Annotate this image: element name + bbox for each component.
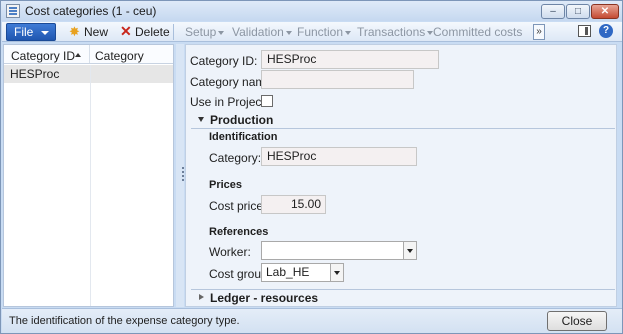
dropdown-arrow-icon xyxy=(345,30,352,35)
cost-group-combo[interactable]: Lab_HE xyxy=(261,263,344,282)
new-star-icon[interactable]: ✸ xyxy=(69,25,81,38)
function-label: Function xyxy=(297,25,344,39)
function-menu[interactable]: Function xyxy=(297,25,352,39)
category-id-field[interactable]: HESProc xyxy=(261,50,439,69)
details-form: Category ID: HESProc Category name: Use … xyxy=(185,44,617,307)
form-icon xyxy=(6,4,20,18)
file-menu-button[interactable]: File xyxy=(6,23,56,41)
validation-label: Validation xyxy=(232,25,284,39)
production-title: Production xyxy=(210,113,274,127)
use-in-project-checkbox[interactable] xyxy=(261,95,273,107)
grid-header: Category ID Category name xyxy=(4,45,173,77)
app-window: Cost categories (1 - ceu) – □ ✕ File ✸ N… xyxy=(0,0,623,334)
close-window-button[interactable]: ✕ xyxy=(591,4,619,19)
identification-group-label: Identification xyxy=(209,131,278,143)
window-title: Cost categories (1 - ceu) xyxy=(25,4,157,18)
category-name-field[interactable] xyxy=(261,70,414,89)
prices-group-label: Prices xyxy=(209,179,243,191)
column-header-category-id[interactable]: Category ID xyxy=(11,49,75,63)
cost-group-value: Lab_HE xyxy=(266,265,310,279)
delete-x-icon[interactable]: ✕ xyxy=(120,24,132,38)
transactions-menu[interactable]: Transactions xyxy=(357,25,434,39)
cell-category-id: HESProc xyxy=(10,67,60,81)
setup-menu[interactable]: Setup xyxy=(185,25,225,39)
cost-price-label: Cost price: xyxy=(209,199,267,213)
worker-label: Worker: xyxy=(209,245,251,259)
layout-toggle-icon[interactable] xyxy=(578,25,591,37)
chevron-down-icon xyxy=(41,31,49,35)
maximize-button[interactable]: □ xyxy=(566,4,590,19)
minimize-button[interactable]: – xyxy=(541,4,565,19)
chevron-down-icon[interactable] xyxy=(403,242,416,259)
action-pane: File ✸ New ✕ Delete Setup Validation Fun… xyxy=(2,22,622,42)
cost-price-field[interactable]: 15.00 xyxy=(261,195,326,214)
production-section-header[interactable]: Production xyxy=(191,112,615,129)
category-id-label: Category ID: xyxy=(190,54,258,68)
transactions-label: Transactions xyxy=(357,25,426,39)
ledger-title: Ledger - resources xyxy=(210,291,319,305)
toolbar-separator xyxy=(173,24,174,40)
close-button[interactable]: Close xyxy=(547,311,607,331)
expand-triangle-icon xyxy=(199,294,204,300)
dropdown-arrow-icon xyxy=(218,30,225,35)
file-label: File xyxy=(14,25,34,39)
status-text: The identification of the expense catego… xyxy=(9,315,240,327)
status-bar: The identification of the expense catego… xyxy=(2,308,622,333)
collapse-triangle-icon xyxy=(198,117,204,122)
categories-grid: Category ID Category name HESProc xyxy=(3,44,174,307)
delete-button[interactable]: Delete xyxy=(135,25,170,39)
validation-menu[interactable]: Validation xyxy=(232,25,292,39)
table-row[interactable]: HESProc xyxy=(4,65,173,83)
worker-combo[interactable] xyxy=(261,241,417,260)
new-button[interactable]: New xyxy=(84,25,108,39)
category-label: Category: xyxy=(209,151,262,165)
ledger-section-header[interactable]: Ledger - resources xyxy=(191,289,615,306)
toolbar-overflow-button[interactable]: » xyxy=(533,24,545,40)
splitter-grip-icon[interactable] xyxy=(182,167,184,181)
committed-costs-button[interactable]: Committed costs xyxy=(433,25,522,39)
column-gridline xyxy=(90,65,91,306)
title-bar[interactable]: Cost categories (1 - ceu) – □ ✕ xyxy=(1,1,622,21)
dropdown-arrow-icon xyxy=(285,30,292,35)
setup-label: Setup xyxy=(185,25,217,39)
sort-ascending-icon xyxy=(75,53,81,57)
chevron-down-icon[interactable] xyxy=(330,264,343,281)
category-field[interactable]: HESProc xyxy=(261,147,417,166)
use-in-project-label: Use in Project: xyxy=(190,95,269,109)
references-group-label: References xyxy=(209,226,269,238)
help-icon[interactable]: ? xyxy=(599,24,613,38)
